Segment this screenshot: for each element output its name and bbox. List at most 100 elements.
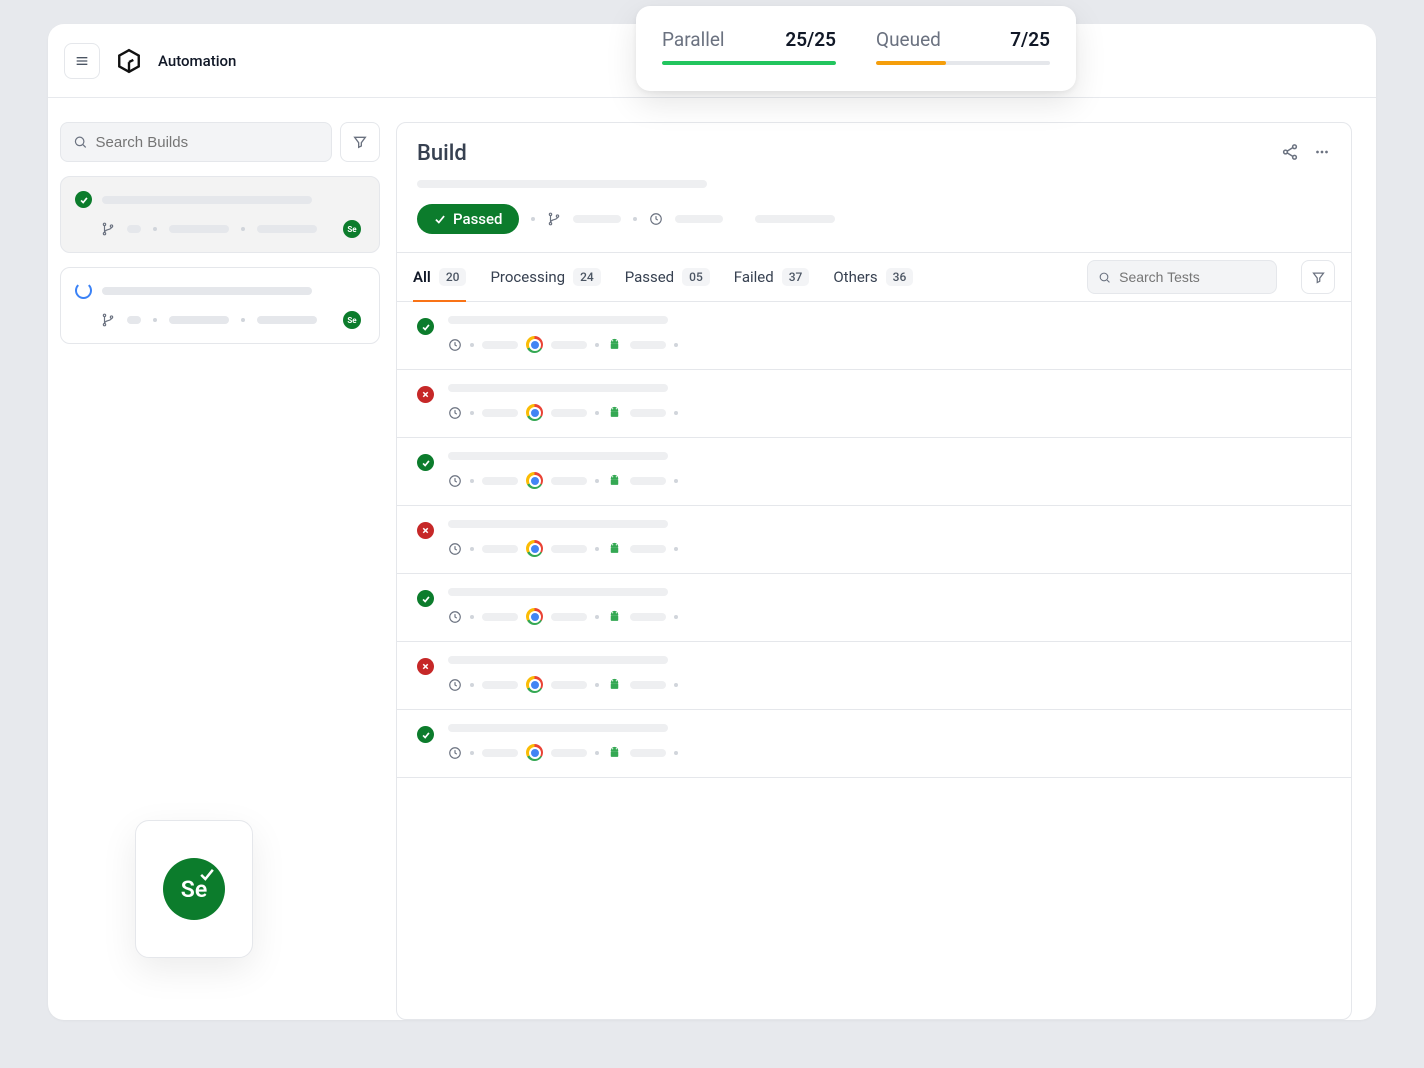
- status-card: Parallel 25/25 Queued 7/25: [636, 6, 1076, 91]
- test-row[interactable]: [397, 642, 1351, 710]
- meta-placeholder: [482, 341, 518, 349]
- clock-icon: [448, 746, 462, 760]
- meta-placeholder: [482, 409, 518, 417]
- tab-count: 36: [886, 268, 914, 286]
- separator: [241, 227, 245, 231]
- share-button[interactable]: [1281, 143, 1299, 165]
- clock-icon: [448, 474, 462, 488]
- branch-icon: [101, 222, 115, 236]
- queued-bar: [876, 61, 1050, 65]
- separator: [470, 547, 474, 551]
- tab-passed[interactable]: Passed05: [625, 253, 710, 301]
- meta-placeholder: [551, 409, 587, 417]
- search-row: [60, 122, 380, 162]
- separator: [674, 615, 678, 619]
- meta-placeholder: [551, 613, 587, 621]
- menu-button[interactable]: [64, 43, 100, 79]
- meta-placeholder: [551, 681, 587, 689]
- tab-label: All: [413, 268, 431, 286]
- status-passed-icon: [417, 318, 434, 335]
- filter-tests-button[interactable]: [1301, 260, 1335, 294]
- build-name-placeholder: [102, 287, 312, 295]
- separator: [674, 751, 678, 755]
- menu-icon: [74, 53, 90, 69]
- test-row[interactable]: [397, 370, 1351, 438]
- status-failed-icon: [417, 658, 434, 675]
- tab-processing[interactable]: Processing 24: [490, 253, 600, 301]
- search-tests-container: [1087, 260, 1277, 294]
- test-name-placeholder: [448, 724, 668, 732]
- meta-placeholder: [127, 316, 141, 324]
- queued-value: 7/25: [1010, 28, 1050, 51]
- tab-label: Others: [833, 268, 877, 286]
- tab-count: 24: [573, 268, 601, 286]
- tab-others[interactable]: Others 36: [833, 253, 913, 301]
- tab-count: 20: [439, 268, 467, 286]
- tab-failed[interactable]: Failed37: [734, 253, 810, 301]
- test-row[interactable]: [397, 710, 1351, 778]
- test-row[interactable]: [397, 302, 1351, 370]
- check-icon: [433, 212, 447, 226]
- clock-icon: [448, 678, 462, 692]
- search-builds-input[interactable]: [96, 134, 319, 151]
- main-header: Build Passed: [397, 123, 1351, 252]
- separator: [595, 615, 599, 619]
- build-card[interactable]: Se: [60, 176, 380, 253]
- meta-placeholder: [630, 613, 666, 621]
- meta-placeholder: [630, 409, 666, 417]
- filter-builds-button[interactable]: [340, 122, 380, 162]
- selenium-badge-icon: Se: [343, 220, 361, 238]
- selenium-icon: Se: [163, 858, 225, 920]
- tab-count: 05: [682, 268, 710, 286]
- tab-all[interactable]: All 20: [413, 253, 466, 301]
- meta-placeholder: [630, 545, 666, 553]
- header-actions: [1281, 143, 1331, 165]
- status-loading-icon: [75, 282, 92, 299]
- build-card[interactable]: Se: [60, 267, 380, 344]
- android-icon: [607, 677, 622, 692]
- android-icon: [607, 609, 622, 624]
- test-name-placeholder: [448, 452, 668, 460]
- status-passed-icon: [417, 726, 434, 743]
- test-name-placeholder: [448, 588, 668, 596]
- tab-label: Failed: [734, 268, 774, 286]
- parallel-value: 25/25: [785, 28, 836, 51]
- clock-icon: [448, 406, 462, 420]
- filter-icon: [1311, 270, 1326, 285]
- chrome-icon: [526, 744, 543, 761]
- search-tests-input[interactable]: [1119, 269, 1266, 285]
- clock-icon: [448, 542, 462, 556]
- meta-placeholder: [257, 316, 317, 324]
- status-failed-icon: [417, 386, 434, 403]
- chrome-icon: [526, 608, 543, 625]
- more-button[interactable]: [1313, 143, 1331, 165]
- more-icon: [1313, 143, 1331, 161]
- meta-placeholder: [551, 749, 587, 757]
- clock-icon: [448, 338, 462, 352]
- status-failed-icon: [417, 522, 434, 539]
- separator: [531, 217, 535, 221]
- separator: [595, 411, 599, 415]
- tests-list: [397, 302, 1351, 1019]
- tab-label: Processing: [490, 268, 565, 286]
- meta-placeholder: [482, 477, 518, 485]
- meta-placeholder: [127, 225, 141, 233]
- branch-icon: [101, 313, 115, 327]
- android-icon: [607, 405, 622, 420]
- test-row[interactable]: [397, 438, 1351, 506]
- meta-placeholder: [169, 316, 229, 324]
- test-row[interactable]: [397, 506, 1351, 574]
- selenium-card: Se: [135, 820, 253, 958]
- build-title: Build: [417, 141, 467, 166]
- android-icon: [607, 473, 622, 488]
- meta-placeholder: [482, 545, 518, 553]
- search-icon: [73, 134, 88, 150]
- meta-placeholder: [482, 749, 518, 757]
- page-title: Automation: [158, 52, 236, 70]
- clock-icon: [448, 610, 462, 624]
- separator: [153, 227, 157, 231]
- meta-placeholder: [630, 749, 666, 757]
- test-row[interactable]: [397, 574, 1351, 642]
- separator: [470, 751, 474, 755]
- separator: [470, 615, 474, 619]
